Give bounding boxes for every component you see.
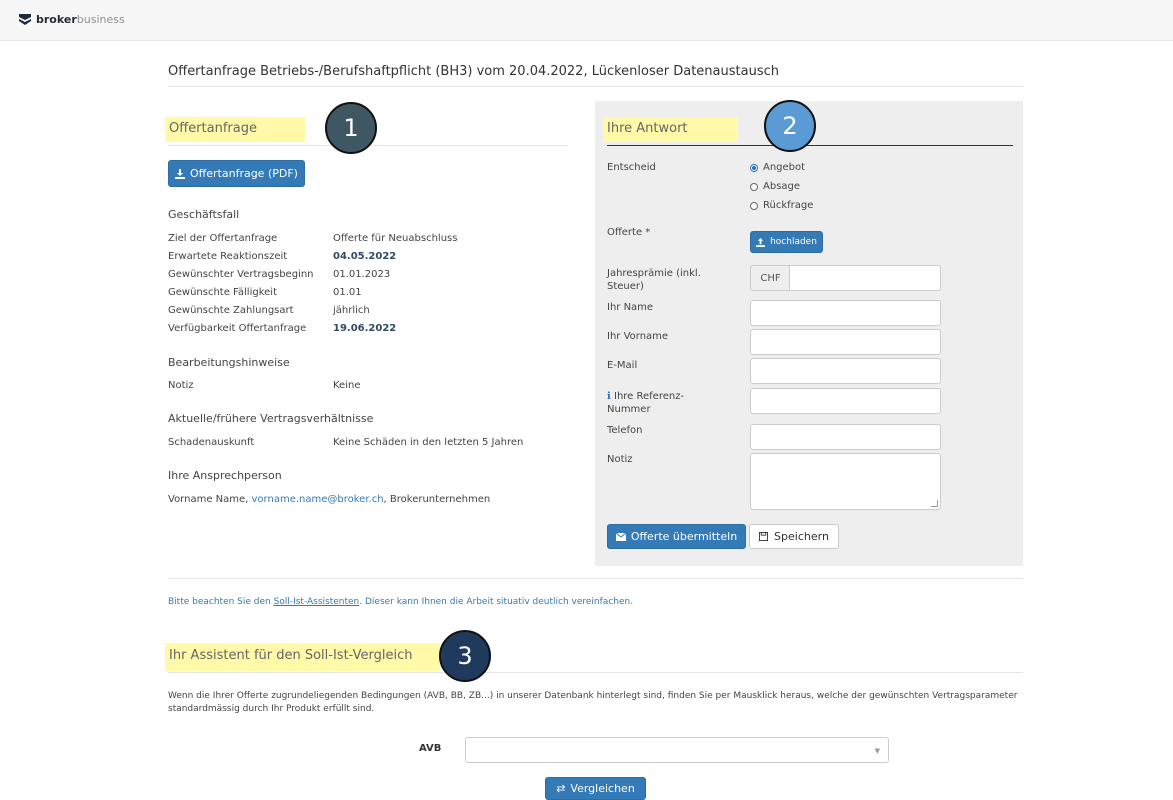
ihre-antwort-heading: Ihre Antwort — [603, 117, 738, 142]
email-input[interactable] — [750, 358, 941, 384]
premium-input[interactable] — [789, 265, 941, 291]
title-divider — [168, 86, 1023, 87]
offertanfrage-pdf-label: Offertanfrage (PDF) — [190, 167, 298, 180]
section-vertragsverhaeltnisse: Aktuelle/frühere Vertragsverhältnisse — [168, 412, 374, 425]
compare-label: Vergleichen — [570, 782, 635, 795]
radio-rueckfrage-label: Rückfrage — [763, 200, 814, 211]
page-title: Offertanfrage Betriebs-/Berufshaftpflich… — [168, 64, 779, 79]
avb-select[interactable]: ▼ — [465, 737, 889, 763]
email-label: E-Mail — [607, 360, 638, 371]
section-geschaeftsfall: Geschäftsfall — [168, 208, 240, 221]
reference-input[interactable] — [750, 388, 941, 414]
avb-label: AVB — [419, 743, 442, 754]
floppy-disk-icon — [759, 532, 769, 541]
step-badge-3: 3 — [439, 630, 491, 682]
currency-addon: CHF — [750, 265, 790, 291]
row-label-verfuegbarkeit: Verfügbarkeit Offertanfrage — [168, 323, 307, 334]
step-badge-2: 2 — [764, 100, 816, 152]
step-badge-1: 1 — [325, 102, 377, 154]
row-label-vertragsbeginn: Gewünschter Vertragsbeginn — [168, 269, 314, 280]
firstname-input[interactable] — [750, 329, 941, 355]
assistant-heading-text: Ihr Assistent für den Soll-Ist-Vergleich — [169, 648, 413, 663]
assistant-hint: Bitte beachten Sie den Soll-Ist-Assisten… — [168, 597, 633, 607]
row-value-zahlungsart: jährlich — [333, 305, 370, 316]
response-note-textarea[interactable] — [750, 453, 941, 510]
contact-line: Vorname Name, vorname.name@broker.ch, Br… — [168, 494, 490, 505]
row-label-faelligkeit: Gewünschte Fälligkeit — [168, 287, 277, 298]
row-label-zahlungsart: Gewünschte Zahlungsart — [168, 305, 294, 316]
damage-label: Schadenauskunft — [168, 437, 255, 448]
radio-unchecked-icon — [750, 201, 758, 210]
note-label: Notiz — [168, 380, 194, 391]
offertanfrage-pdf-button[interactable]: Offertanfrage (PDF) — [168, 160, 305, 187]
assistant-description: Wenn die Ihrer Offerte zugrundeliegenden… — [168, 691, 1018, 714]
swap-arrows-icon: ⇄ — [556, 782, 566, 795]
name-input[interactable] — [750, 300, 941, 326]
reference-label: ℹ Ihre Referenz-Nummer — [607, 390, 727, 416]
note-value: Keine — [333, 380, 361, 391]
soll-ist-assistant-link[interactable]: Soll-Ist-Assistenten — [274, 597, 360, 607]
assistant-heading: Ihr Assistent für den Soll-Ist-Vergleich — [165, 643, 441, 671]
phone-label: Telefon — [607, 425, 643, 436]
upload-label: hochladen — [770, 237, 817, 247]
top-bar: broker business — [0, 0, 1173, 41]
hint-after: . Dieser kann Ihnen die Arbeit situativ … — [359, 597, 634, 607]
resize-handle-icon[interactable] — [931, 500, 938, 507]
hint-divider — [168, 578, 1023, 579]
download-icon — [175, 168, 186, 179]
decision-label: Entscheid — [607, 162, 656, 173]
compare-button[interactable]: ⇄ Vergleichen — [545, 777, 646, 800]
envelope-icon — [615, 532, 626, 541]
offertanfrage-heading: Offertanfrage — [165, 117, 305, 142]
row-label-reaktionszeit: Erwartete Reaktionszeit — [168, 251, 288, 262]
step-badge-1-number: 1 — [343, 114, 359, 142]
damage-value: Keine Schäden in den letzten 5 Jahren — [333, 437, 524, 448]
premium-label: Jahresprämie (inkl. Steuer) — [607, 268, 701, 292]
shield-logo-icon — [19, 14, 31, 25]
radio-unchecked-icon — [750, 182, 758, 191]
upload-icon — [756, 237, 766, 247]
radio-absage[interactable]: Absage — [750, 181, 800, 192]
firstname-label: Ihr Vorname — [607, 331, 669, 342]
name-label: Ihr Name — [607, 302, 654, 313]
step-badge-3-number: 3 — [457, 642, 473, 670]
row-label-ziel: Ziel der Offertanfrage — [168, 233, 278, 244]
right-heading-divider — [607, 145, 1013, 146]
radio-angebot-label: Angebot — [763, 162, 806, 173]
save-button[interactable]: Speichern — [749, 524, 839, 549]
contact-email-link[interactable]: vorname.name@broker.ch — [252, 494, 384, 505]
contact-company: , Brokerunternehmen — [383, 494, 491, 505]
response-note-label: Notiz — [607, 454, 633, 465]
row-value-reaktionszeit: 04.05.2022 — [333, 251, 397, 262]
submit-offer-button[interactable]: Offerte übermitteln — [607, 524, 746, 549]
row-value-vertragsbeginn: 01.01.2023 — [333, 269, 391, 280]
assistant-heading-divider — [168, 672, 1023, 673]
brand-name-light: business — [76, 12, 125, 26]
row-value-ziel: Offerte für Neuabschluss — [333, 233, 458, 244]
submit-offer-label: Offerte übermitteln — [630, 530, 738, 543]
row-value-verfuegbarkeit: 19.06.2022 — [333, 323, 397, 334]
offertanfrage-heading-text: Offertanfrage — [169, 121, 257, 136]
step-badge-2-number: 2 — [782, 112, 798, 140]
upload-button[interactable]: hochladen — [750, 231, 823, 253]
ihre-antwort-heading-text: Ihre Antwort — [607, 121, 688, 136]
contact-name: Vorname Name, — [168, 494, 252, 505]
radio-absage-label: Absage — [763, 181, 801, 192]
phone-input[interactable] — [750, 424, 941, 450]
row-value-faelligkeit: 01.01 — [333, 287, 362, 298]
brand-logo[interactable]: broker business — [18, 12, 125, 26]
section-ansprechperson: Ihre Ansprechperson — [168, 469, 282, 482]
dropdown-caret-icon: ▼ — [874, 747, 880, 755]
offer-label: Offerte * — [607, 227, 651, 238]
section-bearbeitungshinweise: Bearbeitungshinweise — [168, 356, 290, 369]
hint-before: Bitte beachten Sie den — [168, 597, 274, 607]
info-icon: ℹ — [607, 391, 611, 402]
radio-rueckfrage[interactable]: Rückfrage — [750, 200, 813, 211]
brand-name-bold: broker — [36, 12, 77, 26]
reference-label-text: Ihre Referenz-Nummer — [607, 391, 685, 415]
save-label: Speichern — [774, 530, 829, 543]
radio-angebot[interactable]: Angebot — [750, 162, 805, 173]
radio-checked-icon — [750, 163, 758, 172]
